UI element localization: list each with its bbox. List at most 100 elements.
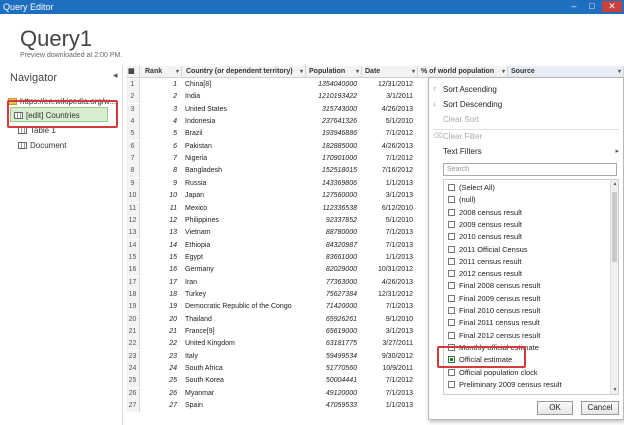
date-cell[interactable]: 4/26/2013 bbox=[362, 277, 416, 289]
population-cell[interactable]: 88780000 bbox=[306, 227, 360, 239]
rank-cell[interactable]: 24 bbox=[142, 363, 180, 375]
chevron-down-icon[interactable]: ▾ bbox=[356, 66, 359, 78]
population-cell[interactable]: 112336538 bbox=[306, 203, 360, 215]
population-cell[interactable]: 152518015 bbox=[306, 165, 360, 177]
population-cell[interactable]: 71420000 bbox=[306, 301, 360, 313]
population-cell[interactable]: 51770560 bbox=[306, 363, 360, 375]
checkbox[interactable] bbox=[448, 196, 455, 204]
select-all-corner[interactable]: ▦ bbox=[126, 66, 140, 78]
date-cell[interactable]: 1/1/2013 bbox=[362, 178, 416, 190]
chevron-down-icon[interactable]: ▾ bbox=[300, 66, 303, 78]
rank-cell[interactable]: 11 bbox=[142, 203, 180, 215]
date-cell[interactable]: 9/1/2010 bbox=[362, 314, 416, 326]
filter-option[interactable]: Final 2010 census result bbox=[448, 305, 540, 317]
maximize-button[interactable]: □ bbox=[584, 1, 600, 12]
population-cell[interactable]: 143369806 bbox=[306, 178, 360, 190]
checkbox[interactable] bbox=[448, 294, 455, 302]
date-cell[interactable]: 12/31/2012 bbox=[362, 79, 416, 91]
country-cell[interactable]: Egypt bbox=[183, 252, 305, 264]
country-cell[interactable]: Iran bbox=[183, 277, 305, 289]
rank-cell[interactable]: 10 bbox=[142, 190, 180, 202]
checkbox[interactable] bbox=[448, 208, 455, 216]
checkbox[interactable] bbox=[448, 257, 455, 265]
filter-list-scrollbar[interactable]: ▲ ▼ bbox=[610, 180, 618, 394]
scroll-down-icon[interactable]: ▼ bbox=[611, 386, 618, 394]
country-cell[interactable]: Indonesia bbox=[183, 116, 305, 128]
rank-cell[interactable]: 14 bbox=[142, 240, 180, 252]
date-cell[interactable]: 6/12/2010 bbox=[362, 203, 416, 215]
filter-option[interactable]: 2011 census result bbox=[448, 256, 521, 268]
population-cell[interactable]: 315743000 bbox=[306, 104, 360, 116]
rank-cell[interactable]: 18 bbox=[142, 289, 180, 301]
population-cell[interactable]: 50004441 bbox=[306, 375, 360, 387]
date-cell[interactable]: 7/16/2012 bbox=[362, 165, 416, 177]
filter-option[interactable]: (null) bbox=[448, 194, 476, 206]
rank-cell[interactable]: 27 bbox=[142, 400, 180, 412]
rank-cell[interactable]: 17 bbox=[142, 277, 180, 289]
country-cell[interactable]: United States bbox=[183, 104, 305, 116]
country-cell[interactable]: Nigeria bbox=[183, 153, 305, 165]
scroll-up-icon[interactable]: ▲ bbox=[611, 180, 618, 188]
minimize-button[interactable]: – bbox=[566, 1, 582, 12]
population-cell[interactable]: 47059533 bbox=[306, 400, 360, 412]
country-cell[interactable]: Pakistan bbox=[183, 141, 305, 153]
country-cell[interactable]: Ethiopia bbox=[183, 240, 305, 252]
date-cell[interactable]: 10/9/2011 bbox=[362, 363, 416, 375]
rank-cell[interactable]: 9 bbox=[142, 178, 180, 190]
rank-cell[interactable]: 2 bbox=[142, 91, 180, 103]
cancel-button[interactable]: Cancel bbox=[581, 401, 619, 415]
filter-option[interactable]: Final 2008 census result bbox=[448, 280, 540, 292]
filter-option[interactable]: 2012 census result bbox=[448, 268, 522, 280]
country-cell[interactable]: South Korea bbox=[183, 375, 305, 387]
country-cell[interactable]: China[8] bbox=[183, 79, 305, 91]
chevron-down-icon[interactable]: ▾ bbox=[412, 66, 415, 78]
scroll-thumb[interactable] bbox=[612, 192, 617, 262]
date-cell[interactable]: 3/1/2013 bbox=[362, 326, 416, 338]
rank-cell[interactable]: 1 bbox=[142, 79, 180, 91]
date-cell[interactable]: 7/1/2012 bbox=[362, 128, 416, 140]
date-cell[interactable]: 1/1/2013 bbox=[362, 252, 416, 264]
rank-cell[interactable]: 15 bbox=[142, 252, 180, 264]
column-header-rank[interactable]: Rank ▾ bbox=[142, 66, 182, 78]
filter-option[interactable]: 2011 Official Census bbox=[448, 244, 528, 256]
filter-option[interactable]: 2009 census result bbox=[448, 219, 522, 231]
rank-cell[interactable]: 7 bbox=[142, 153, 180, 165]
population-cell[interactable]: 84320987 bbox=[306, 240, 360, 252]
collapse-navigator-icon[interactable]: ◂ bbox=[113, 70, 118, 81]
date-cell[interactable]: 4/26/2013 bbox=[362, 104, 416, 116]
date-cell[interactable]: 3/27/2011 bbox=[362, 338, 416, 350]
country-cell[interactable]: Thailand bbox=[183, 314, 305, 326]
country-cell[interactable]: Germany bbox=[183, 264, 305, 276]
sort-descending-item[interactable]: ↓ Sort Descending bbox=[429, 97, 623, 112]
country-cell[interactable]: Myanmar bbox=[183, 388, 305, 400]
rank-cell[interactable]: 8 bbox=[142, 165, 180, 177]
filter-option[interactable]: 2010 census result bbox=[448, 231, 522, 243]
population-cell[interactable]: 77363000 bbox=[306, 277, 360, 289]
population-cell[interactable]: 49120000 bbox=[306, 388, 360, 400]
checkbox[interactable] bbox=[448, 331, 455, 339]
filter-option[interactable]: Final 2011 census result bbox=[448, 317, 540, 329]
chevron-down-icon[interactable]: ▾ bbox=[176, 66, 179, 78]
date-cell[interactable]: 7/1/2013 bbox=[362, 240, 416, 252]
checkbox[interactable] bbox=[448, 245, 455, 253]
population-cell[interactable]: 1210193422 bbox=[306, 91, 360, 103]
column-header-population[interactable]: Population ▾ bbox=[306, 66, 362, 78]
country-cell[interactable]: Bangladesh bbox=[183, 165, 305, 177]
date-cell[interactable]: 7/1/2013 bbox=[362, 227, 416, 239]
rank-cell[interactable]: 4 bbox=[142, 116, 180, 128]
checkbox[interactable] bbox=[448, 380, 455, 388]
population-cell[interactable]: 82029000 bbox=[306, 264, 360, 276]
rank-cell[interactable]: 13 bbox=[142, 227, 180, 239]
country-cell[interactable]: Mexico bbox=[183, 203, 305, 215]
filter-option[interactable]: 2008 census result bbox=[448, 207, 522, 219]
country-cell[interactable]: Vietnam bbox=[183, 227, 305, 239]
filter-option[interactable]: Final 2012 census result bbox=[448, 330, 540, 342]
date-cell[interactable]: 7/1/2012 bbox=[362, 375, 416, 387]
date-cell[interactable]: 7/1/2013 bbox=[362, 301, 416, 313]
sort-ascending-item[interactable]: ↑ Sort Ascending bbox=[429, 82, 623, 97]
close-button[interactable]: ✕ bbox=[602, 1, 622, 12]
date-cell[interactable]: 7/1/2013 bbox=[362, 388, 416, 400]
date-cell[interactable]: 10/31/2012 bbox=[362, 264, 416, 276]
column-header-country[interactable]: Country (or dependent territory) ▾ bbox=[183, 66, 306, 78]
population-cell[interactable]: 92337852 bbox=[306, 215, 360, 227]
